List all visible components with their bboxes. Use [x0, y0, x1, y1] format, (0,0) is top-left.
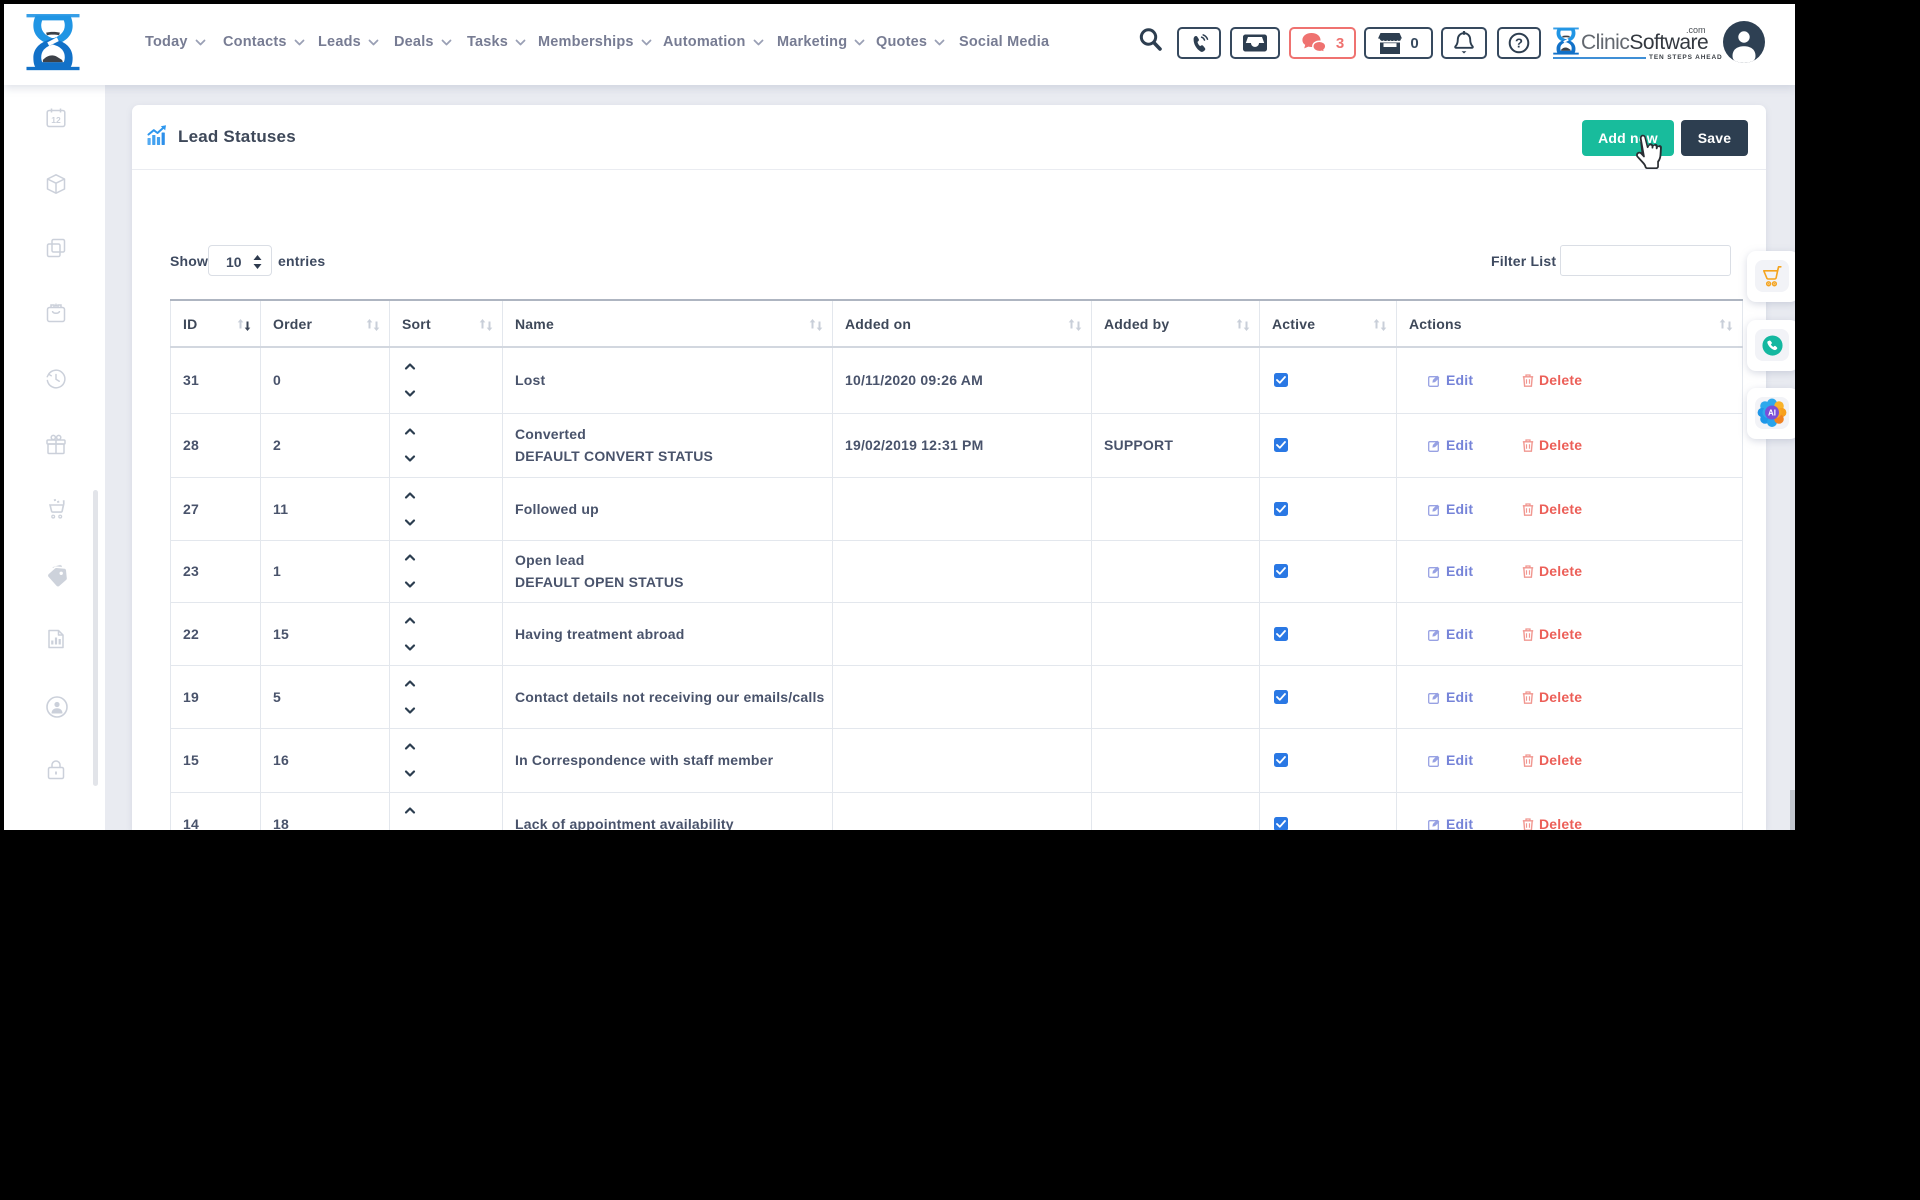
svg-text:AI: AI	[1768, 408, 1776, 417]
svg-text:?: ?	[1515, 36, 1523, 51]
svg-text:12: 12	[51, 115, 61, 125]
